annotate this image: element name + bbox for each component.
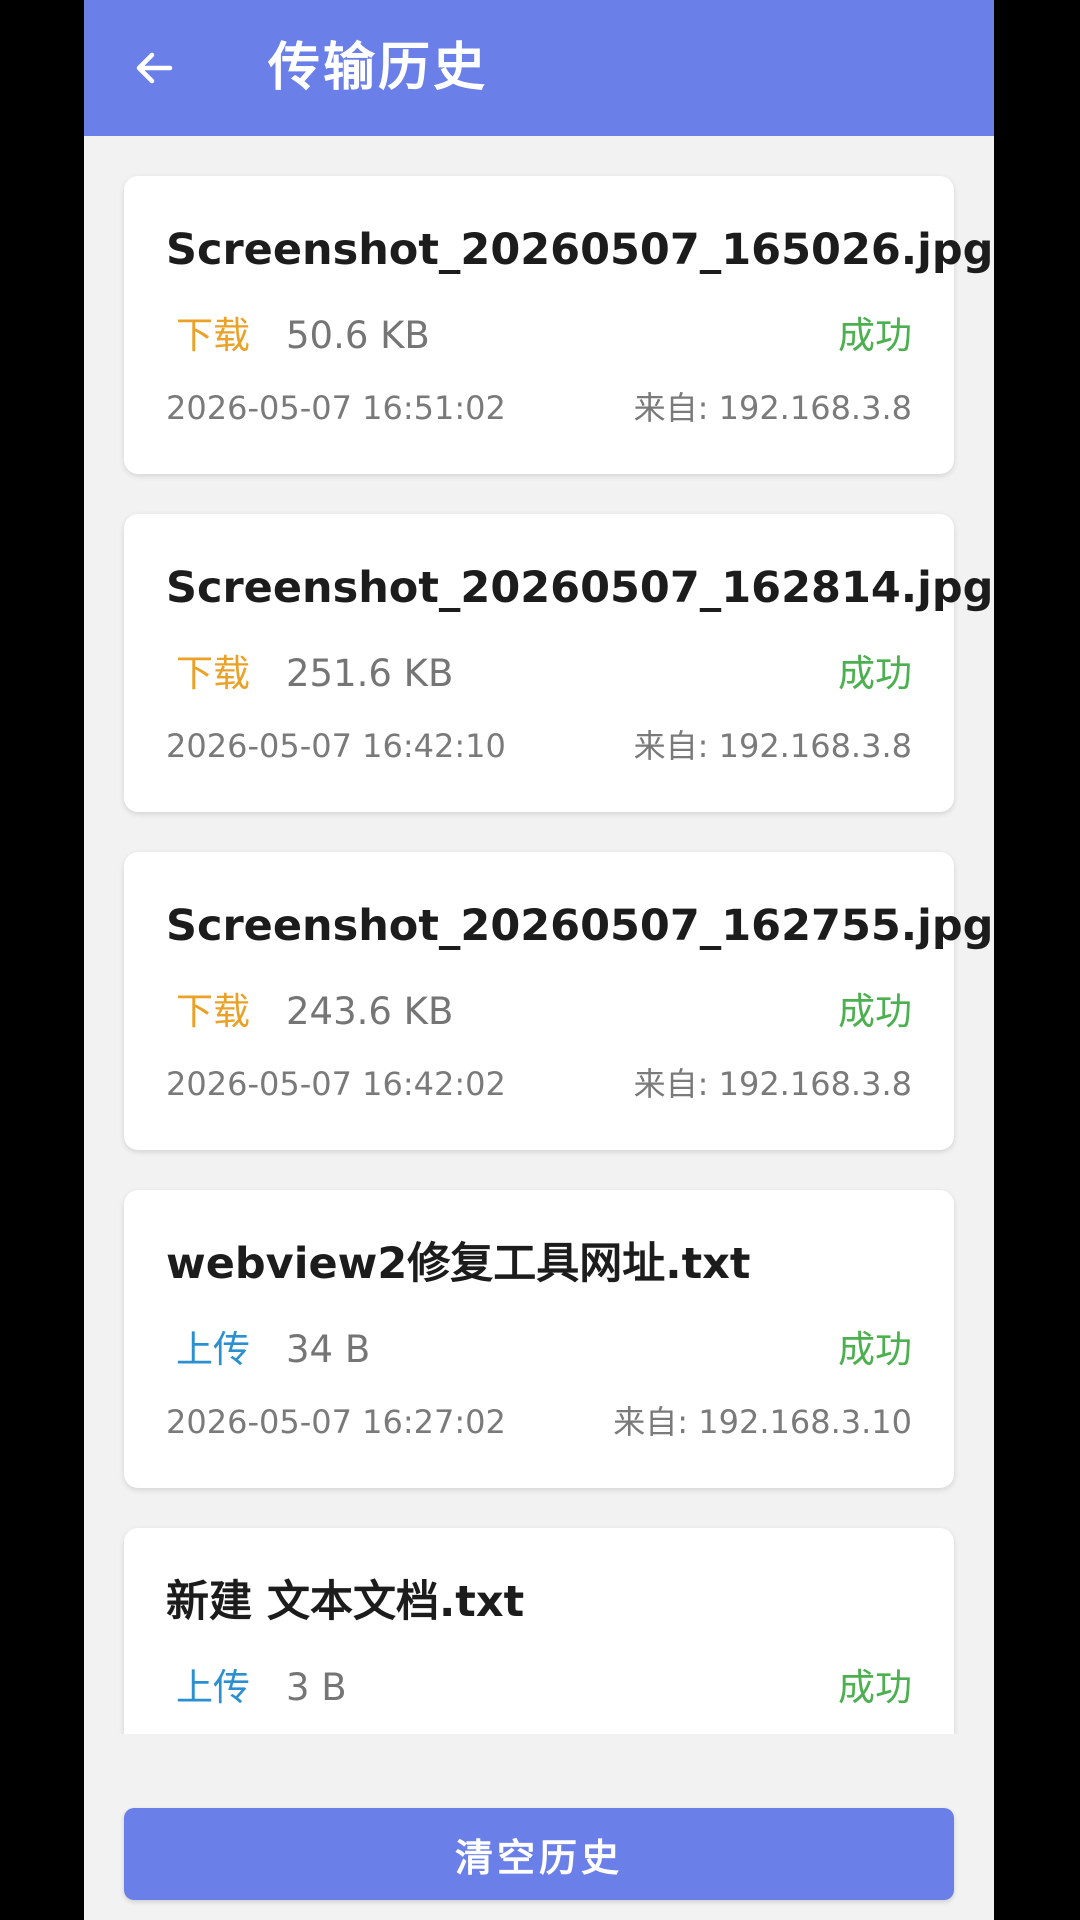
status-label: 成功	[838, 314, 912, 357]
timestamp: 2026-05-07 16:51:02	[166, 389, 506, 427]
source-address: 来自: 192.168.3.8	[633, 389, 912, 427]
transfer-item[interactable]: Screenshot_20260507_165026.jpg 下载 50.6 K…	[124, 176, 993, 474]
file-name: Screenshot_20260507_165026.jpg	[166, 225, 994, 275]
source-address: 来自: 192.168.3.8	[633, 1065, 912, 1103]
direction-label: 下载	[176, 990, 250, 1033]
page-title: 传输历史	[268, 38, 489, 98]
status-label: 成功	[838, 1666, 912, 1709]
transfer-list[interactable]: Screenshot_20260507_165026.jpg 下载 50.6 K…	[84, 136, 994, 1734]
status-label: 成功	[838, 652, 912, 695]
source-address: 来自: 192.168.3.10	[613, 1403, 912, 1441]
back-button[interactable]	[126, 40, 182, 96]
file-size: 243.6 KB	[286, 990, 454, 1033]
file-size: 251.6 KB	[286, 652, 454, 695]
app-bar: 传输历史	[84, 0, 994, 136]
transfer-item[interactable]: Screenshot_20260507_162814.jpg 下载 251.6 …	[124, 514, 993, 812]
direction-label: 上传	[176, 1666, 250, 1709]
file-size: 3 B	[286, 1666, 347, 1709]
file-name: Screenshot_20260507_162755.jpg	[166, 901, 994, 951]
direction-label: 下载	[176, 314, 250, 357]
source-address: 来自: 192.168.3.8	[633, 727, 912, 765]
file-size: 34 B	[286, 1328, 371, 1371]
transfer-item[interactable]: Screenshot_20260507_162755.jpg 下载 243.6 …	[124, 852, 993, 1150]
file-name: webview2修复工具网址.txt	[166, 1239, 751, 1289]
transfer-history-screen: 传输历史 Screenshot_20260507_165026.jpg 下载 5…	[84, 0, 994, 1920]
arrow-left-icon	[136, 52, 173, 84]
file-name: 新建 文本文档.txt	[166, 1577, 525, 1627]
timestamp: 2026-05-07 16:42:10	[166, 727, 506, 765]
status-label: 成功	[838, 1328, 912, 1371]
transfer-item[interactable]: 新建 文本文档.txt 上传 3 B 成功	[124, 1528, 954, 1734]
clear-history-button[interactable]: 清空历史	[124, 1808, 954, 1900]
direction-label: 下载	[176, 652, 250, 695]
timestamp: 2026-05-07 16:27:02	[166, 1403, 506, 1441]
timestamp: 2026-05-07 16:42:02	[166, 1065, 506, 1103]
file-name: Screenshot_20260507_162814.jpg	[166, 563, 994, 613]
transfer-item[interactable]: webview2修复工具网址.txt 上传 34 B 成功 2026-05-07…	[124, 1190, 954, 1488]
file-size: 50.6 KB	[286, 314, 430, 357]
bottom-bar: 清空历史	[84, 1734, 994, 1920]
direction-label: 上传	[176, 1328, 250, 1371]
status-label: 成功	[838, 990, 912, 1033]
